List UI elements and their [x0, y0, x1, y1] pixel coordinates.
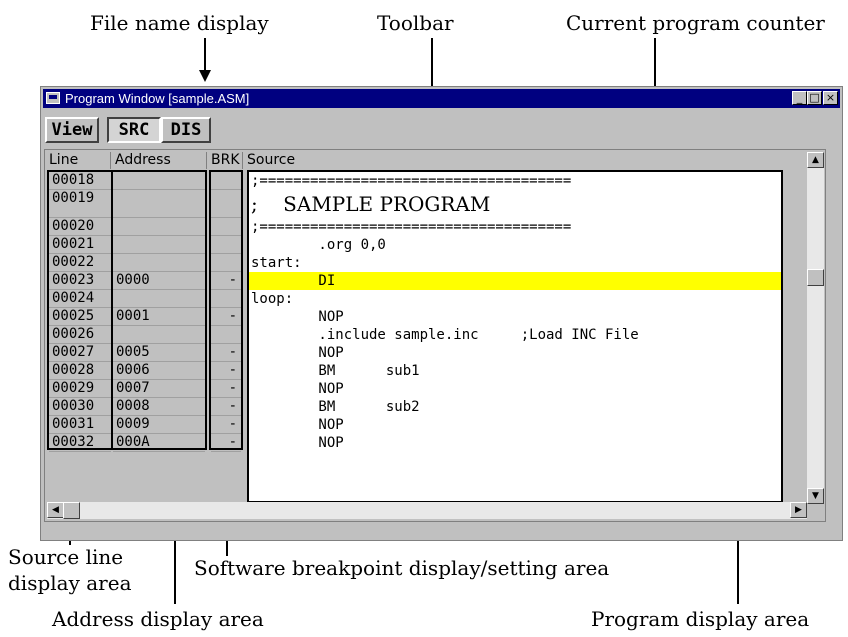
line-number-cell: 00019 — [49, 190, 111, 218]
address-cell: 0008 — [113, 398, 205, 416]
line-number-cell: 00024 — [49, 290, 111, 308]
line-number-cell: 00027 — [49, 344, 111, 362]
source-line[interactable]: BM sub2 — [249, 398, 781, 416]
line-number-cell: 00029 — [49, 380, 111, 398]
scroll-down-arrow-icon[interactable]: ▼ — [807, 488, 824, 504]
address-cell: 0000 — [113, 272, 205, 290]
scroll-right-arrow-icon[interactable]: ▶ — [790, 502, 807, 518]
address-cell: 0005 — [113, 344, 205, 362]
source-line-callout-1: Source line — [8, 545, 124, 569]
maximize-button[interactable]: □ — [807, 91, 822, 105]
window-title: Program Window [sample.ASM] — [65, 91, 250, 106]
dis-button[interactable]: DIS — [161, 117, 211, 143]
line-number-cell: 00022 — [49, 254, 111, 272]
source-line[interactable]: NOP — [249, 416, 781, 434]
column-header-source[interactable]: Source — [243, 152, 809, 169]
breakpoint-cell[interactable]: - — [211, 362, 241, 380]
program-window-icon — [46, 92, 60, 104]
line-number-cell: 00031 — [49, 416, 111, 434]
view-button[interactable]: View — [45, 117, 99, 143]
source-line-callout-2: display area — [8, 571, 132, 595]
breakpoint-cell[interactable] — [211, 326, 241, 344]
address-area: 0000 0001 0005 0006 0007 0008 0009 000A — [111, 170, 207, 452]
scroll-up-arrow-icon[interactable]: ▲ — [807, 152, 824, 168]
line-number-cell: 00018 — [49, 172, 111, 190]
source-line[interactable]: ;===================================== — [249, 172, 781, 190]
source-line[interactable]: .include sample.inc ;Load INC File — [249, 326, 781, 344]
title-bar[interactable]: Program Window [sample.ASM] _ □ × — [43, 89, 840, 108]
breakpoint-cell[interactable]: - — [211, 272, 241, 290]
source-line[interactable]: ;===================================== — [249, 218, 781, 236]
line-number-cell: 00026 — [49, 326, 111, 344]
pc-callout: Current program counter — [566, 11, 825, 35]
breakpoint-cell[interactable] — [211, 190, 241, 218]
address-cell: 0006 — [113, 362, 205, 380]
address-cell — [113, 190, 205, 218]
program-panel: Line Address BRK Source 00018 00019 00020 0… — [44, 149, 826, 522]
line-number-cell: 00032 — [49, 434, 111, 452]
column-header-line[interactable]: Line — [45, 152, 111, 169]
breakpoint-cell[interactable]: - — [211, 416, 241, 434]
breakpoint-cell[interactable]: - — [211, 344, 241, 362]
breakpoint-cell[interactable] — [211, 172, 241, 190]
source-line[interactable]: NOP — [249, 434, 781, 452]
vertical-scrollbar[interactable]: ▲ ▼ — [807, 152, 824, 504]
line-number-cell: 00025 — [49, 308, 111, 326]
address-cell — [113, 218, 205, 236]
line-number-cell: 00021 — [49, 236, 111, 254]
address-cell: 0009 — [113, 416, 205, 434]
breakpoint-cell[interactable]: - — [211, 398, 241, 416]
address-cell: 0007 — [113, 380, 205, 398]
breakpoint-area[interactable]: -------- — [209, 170, 243, 452]
src-button[interactable]: SRC — [107, 117, 161, 143]
source-line[interactable]: NOP — [249, 344, 781, 362]
address-cell — [113, 172, 205, 190]
address-callout: Address display area — [52, 607, 264, 631]
source-line[interactable]: ; SAMPLE PROGRAM — [249, 190, 781, 218]
program-callout: Program display area — [591, 607, 810, 631]
program-display-area[interactable]: ;=====================================; … — [247, 170, 783, 503]
scroll-left-arrow-icon[interactable]: ◀ — [47, 502, 64, 518]
address-cell — [113, 326, 205, 344]
file-name-callout: File name display — [90, 11, 269, 35]
source-line[interactable]: NOP — [249, 308, 781, 326]
breakpoint-cell[interactable] — [211, 236, 241, 254]
horizontal-scrollbar[interactable]: ◀ ▶ — [47, 502, 807, 519]
horizontal-scroll-thumb[interactable] — [63, 502, 80, 519]
address-cell: 0001 — [113, 308, 205, 326]
minimize-button[interactable]: _ — [792, 91, 807, 105]
close-button[interactable]: × — [823, 91, 838, 105]
source-line[interactable]: BM sub1 — [249, 362, 781, 380]
source-line[interactable]: .org 0,0 — [249, 236, 781, 254]
address-cell — [113, 236, 205, 254]
program-window: Program Window [sample.ASM] _ □ × View S… — [40, 86, 843, 541]
line-number-cell: 00028 — [49, 362, 111, 380]
column-header-address[interactable]: Address — [111, 152, 207, 169]
breakpoint-cell[interactable]: - — [211, 308, 241, 326]
line-number-cell: 00023 — [49, 272, 111, 290]
column-header-brk[interactable]: BRK — [207, 152, 243, 169]
breakpoint-cell[interactable]: - — [211, 434, 241, 452]
breakpoint-cell[interactable]: - — [211, 380, 241, 398]
source-line[interactable]: start: — [249, 254, 781, 272]
line-number-cell: 00020 — [49, 218, 111, 236]
breakpoint-cell[interactable] — [211, 254, 241, 272]
current-pc-line[interactable]: DI — [249, 272, 781, 290]
breakpoint-cell[interactable] — [211, 218, 241, 236]
line-number-cell: 00030 — [49, 398, 111, 416]
breakpoint-callout: Software breakpoint display/setting area — [194, 556, 610, 580]
address-cell: 000A — [113, 434, 205, 452]
scroll-thumb[interactable] — [807, 269, 824, 286]
address-cell — [113, 290, 205, 308]
address-cell — [113, 254, 205, 272]
source-line-area: 00018 00019 00020 00021 00022 00023 00024 00025… — [47, 170, 113, 452]
breakpoint-cell[interactable] — [211, 290, 241, 308]
toolbar-callout: Toolbar — [377, 11, 454, 35]
source-line[interactable]: NOP — [249, 380, 781, 398]
source-line[interactable]: loop: — [249, 290, 781, 308]
